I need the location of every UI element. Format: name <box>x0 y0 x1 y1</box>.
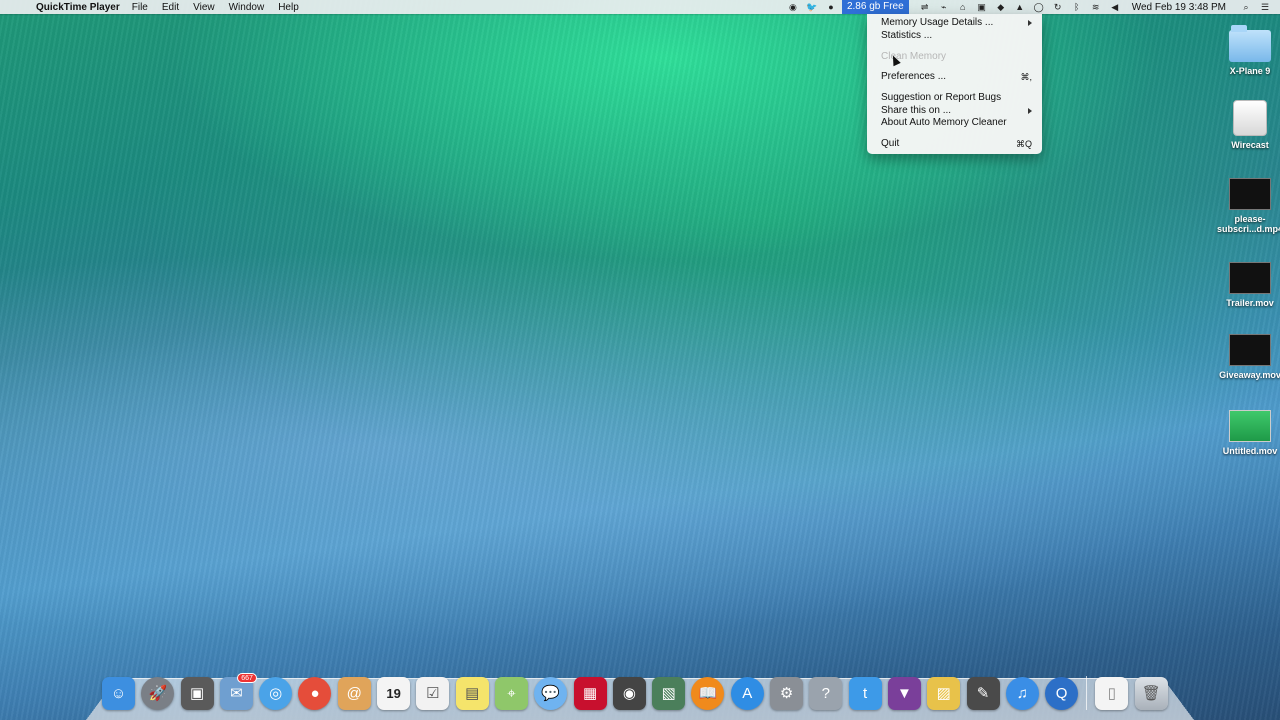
twitter-icon[interactable]: t <box>848 676 882 710</box>
maps-icon[interactable]: ⌖ <box>494 676 528 710</box>
movie-file-icon <box>1229 178 1271 210</box>
menu-item-about[interactable]: About Auto Memory Cleaner <box>881 117 1032 129</box>
notes-icon[interactable]: ▤ <box>455 676 489 710</box>
chat-icon[interactable]: ◯ <box>1032 2 1046 12</box>
menu-item-label: About Auto Memory Cleaner <box>881 117 1007 128</box>
twitter-status-icon[interactable]: 🐦 <box>805 2 819 12</box>
menu-item-label: Share this on ... <box>881 105 952 116</box>
evernote-icon[interactable]: ▣ <box>975 2 989 12</box>
desktop-icon-untitled[interactable]: Untitled.mov <box>1215 410 1280 456</box>
movie-file-icon <box>1229 334 1271 366</box>
movie-file-icon <box>1229 410 1271 442</box>
documents-stack-icon[interactable]: ▯ <box>1095 676 1129 710</box>
desktop-icon-label: X-Plane 9 <box>1229 66 1271 76</box>
alfred-icon[interactable]: ▼ <box>887 676 921 710</box>
menu-item-shortcut: ⌘, <box>1020 72 1032 82</box>
app-menu[interactable]: QuickTime Player <box>36 2 120 13</box>
script-editor-icon[interactable]: ✎ <box>966 676 1000 710</box>
notification-center-icon[interactable]: ☰ <box>1258 2 1272 12</box>
desktop-icon-label: please-subscri...d.mp4 <box>1216 214 1280 234</box>
menu-help[interactable]: Help <box>278 2 299 13</box>
clock[interactable]: Wed Feb 19 3:48 PM <box>1132 2 1226 13</box>
desktop-icon-label: Giveaway.mov <box>1219 370 1280 380</box>
wifi-icon[interactable]: ≋ <box>1089 2 1103 12</box>
dock-separator <box>1086 676 1088 710</box>
app-store-icon[interactable]: A <box>730 676 764 710</box>
desktop-wallpaper <box>0 0 1280 720</box>
help-icon[interactable]: ? <box>809 676 843 710</box>
safari-icon[interactable]: ◎ <box>259 676 293 710</box>
iphoto-icon[interactable]: ▧ <box>652 676 686 710</box>
submenu-arrow-icon <box>1028 108 1032 114</box>
menu-bar: QuickTime Player File Edit View Window H… <box>0 0 1280 14</box>
reminders-icon[interactable]: ☑ <box>416 676 450 710</box>
chrome-icon[interactable]: ● <box>298 676 332 710</box>
desktop-icon-please-subscribe[interactable]: please-subscri...d.mp4 <box>1215 178 1280 234</box>
sync-icon[interactable]: ⇌ <box>918 2 932 12</box>
lightbulb-icon[interactable]: ● <box>824 2 838 12</box>
ibooks-icon[interactable]: 📖 <box>691 676 725 710</box>
menu-item-label: Suggestion or Report Bugs <box>881 92 1002 103</box>
dock-items: ☺ 🚀 ▣ ✉ 667 ◎ ● @19 ☑ ▤ ⌖ 💬 ▦ ◉ ▧ 📖 A ⚙? t ▼ ▨ ✎ ♫ Q ▯ 🗑 <box>102 672 1174 712</box>
bluetooth-icon[interactable]: ᛒ <box>1070 2 1084 12</box>
dropbox-icon[interactable]: ◆ <box>994 2 1008 12</box>
menu-item-share-this-on[interactable]: Share this on ... <box>881 105 1032 117</box>
weather-icon[interactable]: ⌁ <box>937 2 951 12</box>
movie-file-icon <box>1229 262 1271 294</box>
menu-item-quit[interactable]: Quit ⌘Q <box>881 138 1032 150</box>
menu-item-label: Quit <box>881 138 900 149</box>
itunes-icon[interactable]: ♫ <box>1005 676 1039 710</box>
spotlight-search-icon[interactable]: ⌕ <box>1239 2 1253 12</box>
drive-icon[interactable]: ▲ <box>1013 2 1027 12</box>
menu-item-clean-memory: Clean Memory <box>881 51 1032 63</box>
contacts-icon[interactable]: @ <box>337 676 371 710</box>
desktop-icon-x-plane[interactable]: X-Plane 9 <box>1215 25 1280 76</box>
image-capture-icon[interactable]: ▣ <box>180 676 214 710</box>
submenu-arrow-icon <box>1028 20 1032 26</box>
drive-icon <box>1233 100 1267 136</box>
menu-item-memory-usage-details[interactable]: Memory Usage Details ... <box>881 17 1032 29</box>
menu-view[interactable]: View <box>193 2 215 13</box>
calendar-icon[interactable]: 19 <box>377 676 411 710</box>
menu-item-preferences[interactable]: Preferences ... ⌘, <box>881 71 1032 83</box>
finder-icon[interactable]: ☺ <box>102 676 135 710</box>
time-machine-icon[interactable]: ↻ <box>1051 2 1065 12</box>
desktop-icon-trailer[interactable]: Trailer.mov <box>1215 262 1280 308</box>
menu-item-suggestion-or-report-bugs[interactable]: Suggestion or Report Bugs <box>881 92 1032 104</box>
system-preferences-icon[interactable]: ⚙ <box>770 676 804 710</box>
menu-item-label: Preferences ... <box>881 71 947 82</box>
memory-cleaner-dropdown: Memory Usage Details ... Statistics ... … <box>867 14 1042 154</box>
photo-booth-icon[interactable]: ▦ <box>573 676 607 710</box>
facetime-icon[interactable]: ◉ <box>612 676 646 710</box>
memory-cleaner-menu[interactable]: 2.86 gb Free <box>841 0 909 14</box>
menu-edit[interactable]: Edit <box>162 2 179 13</box>
desktop-icon-label: Wirecast <box>1231 140 1269 150</box>
desktop-icon-label: Untitled.mov <box>1222 446 1278 456</box>
desktop-icon-label: Trailer.mov <box>1226 298 1274 308</box>
inbox-icon[interactable]: ⌂ <box>956 2 970 12</box>
status-area: ◉ 🐦 ● 2.86 gb Free ⇌ ⌁ ⌂ ▣ ◆ ▲ ◯ ↻ ᛒ ≋ ◀… <box>781 0 1272 14</box>
mail-icon[interactable]: ✉ 667 <box>219 672 257 710</box>
folder-icon <box>1229 25 1271 62</box>
menu-item-label: Statistics ... <box>881 30 933 41</box>
desktop-icon-giveaway[interactable]: Giveaway.mov <box>1215 334 1280 380</box>
menu-item-shortcut: ⌘Q <box>1015 139 1032 149</box>
menu-item-statistics[interactable]: Statistics ... <box>881 30 1032 42</box>
menu-window[interactable]: Window <box>229 2 265 13</box>
menu-file[interactable]: File <box>132 2 148 13</box>
menu-item-label: Memory Usage Details ... <box>881 17 994 28</box>
record-icon[interactable]: ◉ <box>786 2 800 12</box>
desktop-icon-wirecast[interactable]: Wirecast <box>1215 100 1280 150</box>
preview-icon[interactable]: ▨ <box>927 676 961 710</box>
trash-icon[interactable]: 🗑 <box>1134 676 1168 710</box>
launchpad-icon[interactable]: 🚀 <box>141 676 175 710</box>
volume-icon[interactable]: ◀ <box>1108 2 1122 12</box>
messages-icon[interactable]: 💬 <box>534 676 568 710</box>
mail-badge: 667 <box>237 672 257 683</box>
quicktime-icon[interactable]: Q <box>1045 676 1079 710</box>
